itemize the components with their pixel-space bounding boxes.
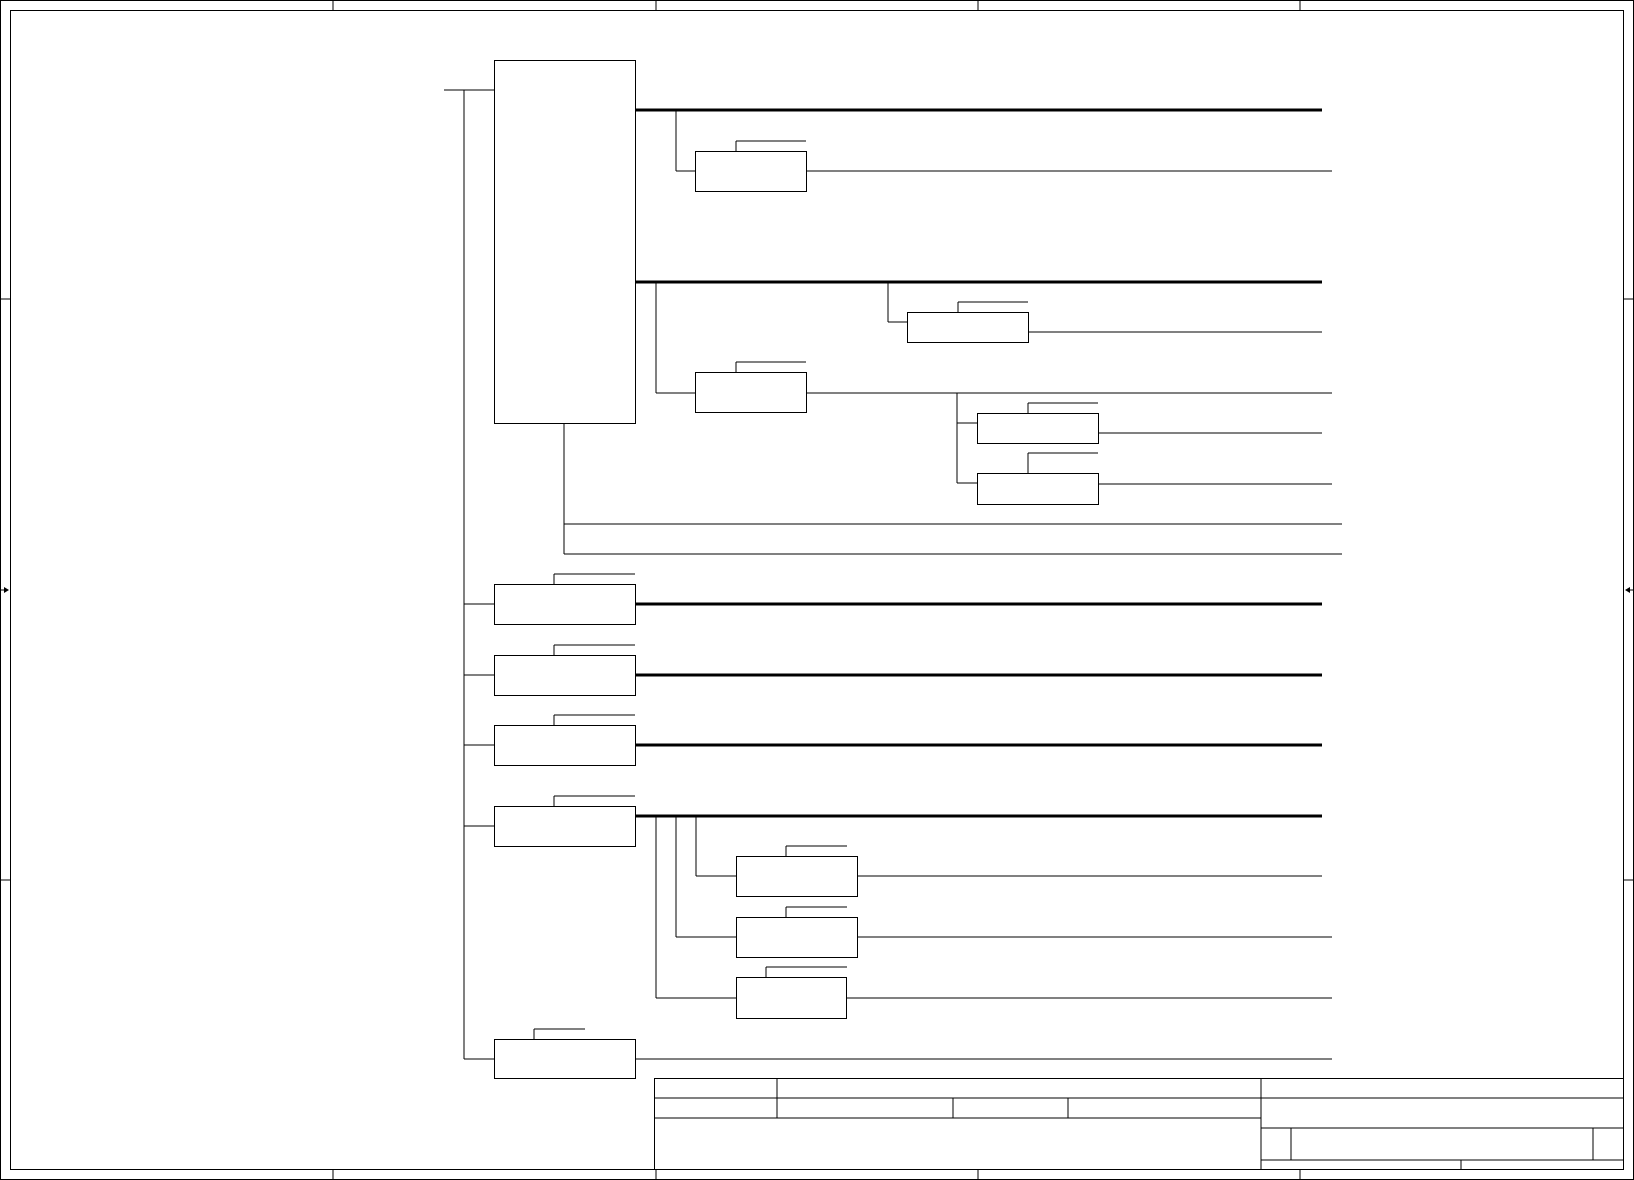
title-block <box>654 1078 1624 1170</box>
sub-block <box>494 584 636 625</box>
main-block-outputs <box>563 423 1342 555</box>
sub-block <box>494 655 636 696</box>
center-arrow-left-icon <box>4 587 9 593</box>
sub-block <box>977 473 1099 505</box>
trunk-block-2 <box>494 644 1322 696</box>
title-block-frame <box>654 1078 1624 1170</box>
main-trunk <box>444 89 494 1060</box>
sub-block <box>736 917 858 958</box>
sub-block <box>695 151 807 192</box>
sub-block <box>907 312 1029 343</box>
trunk-block-5 <box>494 1028 1332 1079</box>
trunk-block-4 <box>494 795 1332 1019</box>
branch-2a <box>887 282 1322 343</box>
trunk-block-3 <box>494 714 1322 766</box>
sub-block <box>494 806 636 847</box>
sub-block <box>494 725 636 766</box>
branch-1 <box>675 110 1332 192</box>
bus-group-upper <box>635 108 1322 284</box>
sub-block <box>494 1039 636 1079</box>
main-block <box>494 60 636 424</box>
schematic-diagram <box>0 0 1634 1180</box>
trunk-block-1 <box>494 573 1322 625</box>
sub-block <box>695 372 807 413</box>
center-arrow-right-icon <box>1625 587 1630 593</box>
sub-block <box>977 413 1099 444</box>
sub-block <box>736 977 847 1019</box>
sub-block <box>736 856 858 897</box>
